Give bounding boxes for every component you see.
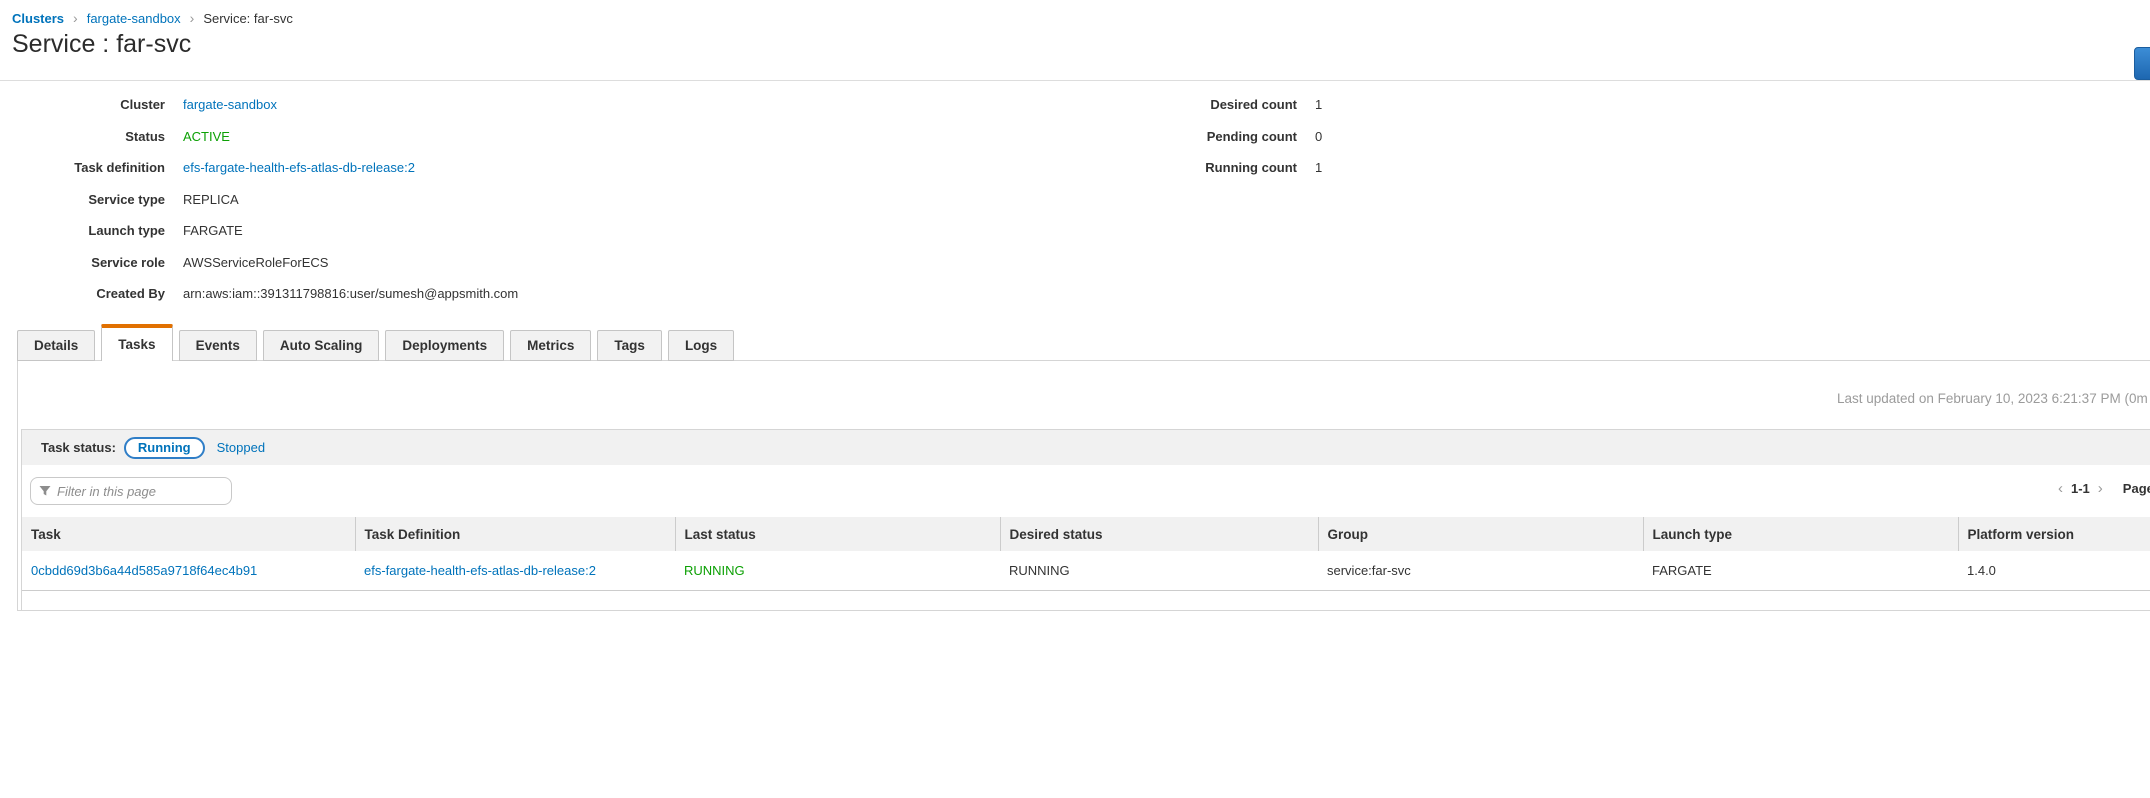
- pagination-prev-icon[interactable]: ‹: [2052, 480, 2069, 497]
- filter-input[interactable]: [57, 484, 223, 499]
- service-details-right: Desired count 1 Pending count 0 Running …: [1130, 89, 1322, 184]
- tab-tags[interactable]: Tags: [597, 330, 662, 361]
- column-header-task-definition[interactable]: Task Definition: [355, 517, 675, 551]
- tab-details[interactable]: Details: [17, 330, 95, 361]
- column-header-last-status[interactable]: Last status: [675, 517, 1000, 551]
- table-row: 0cbdd69d3b6a44d585a9718f64ec4b91 efs-far…: [22, 551, 2150, 590]
- filter-funnel-icon: [39, 485, 51, 497]
- launch-type-value: FARGATE: [183, 223, 243, 238]
- desired-count-value: 1: [1315, 97, 1322, 112]
- detail-label: Status: [0, 129, 165, 144]
- tasks-table-container: Task status: Running Stopped ‹ 1-1 › Pag…: [21, 429, 2150, 611]
- detail-label: Launch type: [0, 223, 165, 238]
- detail-row-service-role: Service role AWSServiceRoleForECS: [0, 247, 518, 279]
- breadcrumb-separator: ›: [190, 10, 195, 26]
- detail-row-pending-count: Pending count 0: [1130, 121, 1322, 153]
- task-status-filter-running[interactable]: Running: [124, 437, 205, 459]
- detail-label: Pending count: [1130, 129, 1297, 144]
- task-status-bar: Task status: Running Stopped: [22, 430, 2150, 465]
- detail-label: Service type: [0, 192, 165, 207]
- page-size-label: Page size: [2123, 481, 2150, 496]
- update-service-button[interactable]: [2134, 47, 2150, 80]
- column-header-group[interactable]: Group: [1318, 517, 1643, 551]
- detail-row-status: Status ACTIVE: [0, 121, 518, 153]
- row-group: service:far-svc: [1327, 563, 1411, 578]
- tab-tasks[interactable]: Tasks: [101, 324, 172, 361]
- service-role-value: AWSServiceRoleForECS: [183, 255, 328, 270]
- column-header-task[interactable]: Task: [22, 517, 355, 551]
- service-type-value: REPLICA: [183, 192, 239, 207]
- task-status-label: Task status:: [41, 440, 116, 455]
- created-by-value: arn:aws:iam::391311798816:user/sumesh@ap…: [183, 286, 518, 301]
- task-id-link[interactable]: 0cbdd69d3b6a44d585a9718f64ec4b91: [31, 563, 257, 578]
- running-count-value: 1: [1315, 160, 1322, 175]
- service-status-value: ACTIVE: [183, 129, 230, 144]
- detail-label: Running count: [1130, 160, 1297, 175]
- tab-logs[interactable]: Logs: [668, 330, 734, 361]
- tab-deployments[interactable]: Deployments: [385, 330, 504, 361]
- tab-metrics[interactable]: Metrics: [510, 330, 591, 361]
- pending-count-value: 0: [1315, 129, 1322, 144]
- pagination-range: 1-1: [2069, 481, 2092, 496]
- row-last-status: RUNNING: [684, 563, 745, 578]
- breadcrumb-current-service: Service: far-svc: [203, 11, 293, 26]
- page-title: Service : far-svc: [12, 30, 191, 59]
- row-launch-type: FARGATE: [1652, 563, 1712, 578]
- task-status-filter-stopped[interactable]: Stopped: [217, 440, 265, 455]
- filter-box[interactable]: [30, 477, 232, 505]
- column-header-launch-type[interactable]: Launch type: [1643, 517, 1958, 551]
- detail-label: Cluster: [0, 97, 165, 112]
- detail-row-desired-count: Desired count 1: [1130, 89, 1322, 121]
- detail-row-created-by: Created By arn:aws:iam::391311798816:use…: [0, 278, 518, 310]
- detail-row-launch-type: Launch type FARGATE: [0, 215, 518, 247]
- row-task-definition-link[interactable]: efs-fargate-health-efs-atlas-db-release:…: [364, 563, 596, 578]
- detail-label: Desired count: [1130, 97, 1297, 112]
- breadcrumb-clusters-link[interactable]: Clusters: [12, 11, 64, 26]
- detail-row-cluster: Cluster fargate-sandbox: [0, 89, 518, 121]
- tab-auto-scaling[interactable]: Auto Scaling: [263, 330, 380, 361]
- tab-events[interactable]: Events: [179, 330, 257, 361]
- table-header-row: Task Task Definition Last status Desired…: [22, 517, 2150, 551]
- breadcrumb-separator: ›: [73, 10, 78, 26]
- detail-label: Task definition: [0, 160, 165, 175]
- service-details-left: Cluster fargate-sandbox Status ACTIVE Ta…: [0, 89, 518, 310]
- column-header-platform-version[interactable]: Platform version: [1958, 517, 2150, 551]
- tab-bar: Details Tasks Events Auto Scaling Deploy…: [17, 324, 740, 361]
- detail-row-task-definition: Task definition efs-fargate-health-efs-a…: [0, 152, 518, 184]
- header-divider: [0, 80, 2150, 81]
- ecs-service-page: { "colors": { "accent_orange": "#e17000"…: [0, 0, 2150, 798]
- column-header-desired-status[interactable]: Desired status: [1000, 517, 1318, 551]
- row-desired-status: RUNNING: [1009, 563, 1070, 578]
- pagination: ‹ 1-1 › Page size: [2052, 480, 2150, 497]
- task-definition-link[interactable]: efs-fargate-health-efs-atlas-db-release:…: [183, 160, 415, 175]
- pagination-next-icon[interactable]: ›: [2092, 480, 2109, 497]
- row-platform-version: 1.4.0: [1967, 563, 1996, 578]
- detail-row-service-type: Service type REPLICA: [0, 184, 518, 216]
- last-updated-text: Last updated on February 10, 2023 6:21:3…: [1837, 391, 2150, 406]
- breadcrumb-cluster-link[interactable]: fargate-sandbox: [87, 11, 181, 26]
- breadcrumb: Clusters › fargate-sandbox › Service: fa…: [12, 10, 293, 26]
- detail-row-running-count: Running count 1: [1130, 152, 1322, 184]
- detail-label: Service role: [0, 255, 165, 270]
- detail-label: Created By: [0, 286, 165, 301]
- tasks-table: Task Task Definition Last status Desired…: [22, 517, 2150, 591]
- cluster-link[interactable]: fargate-sandbox: [183, 97, 277, 112]
